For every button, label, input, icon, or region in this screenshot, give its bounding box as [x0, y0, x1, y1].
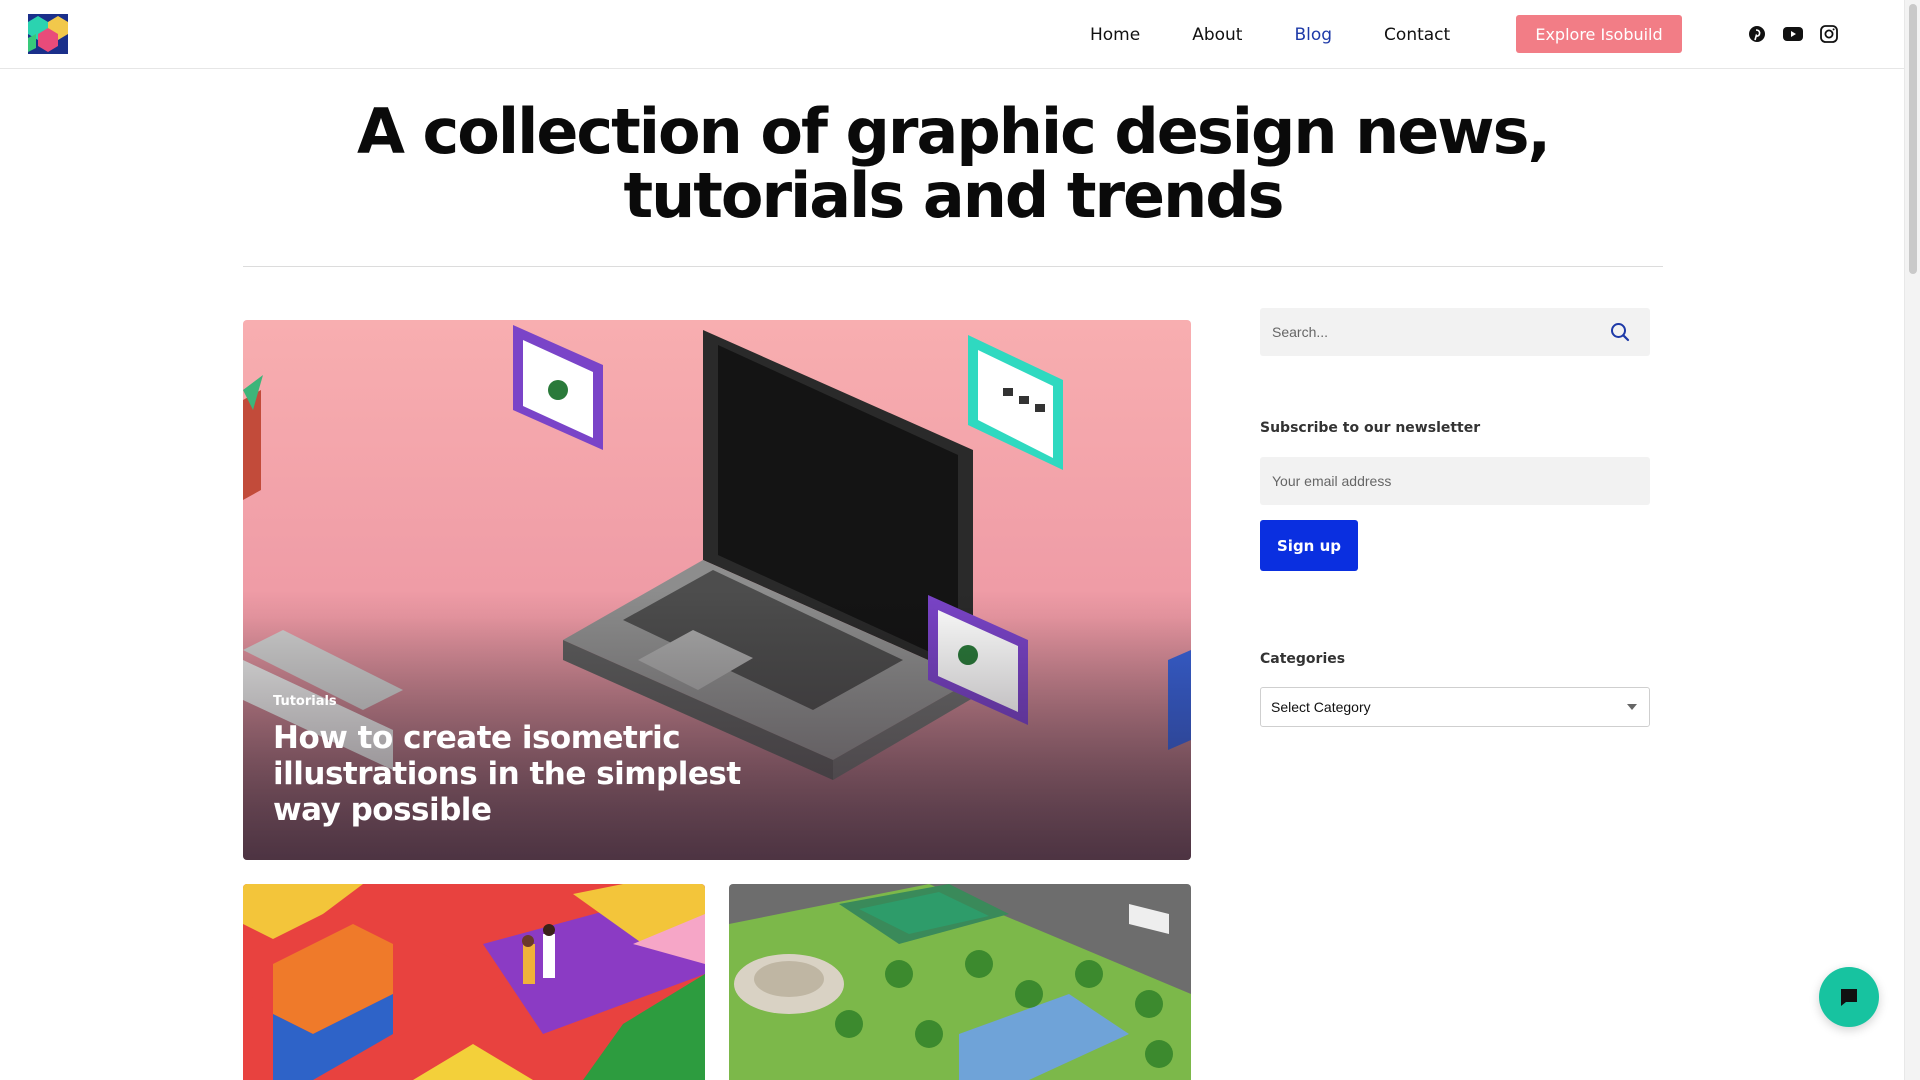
category-select[interactable]: Select Category: [1260, 687, 1650, 727]
youtube-icon[interactable]: [1782, 23, 1804, 45]
page-scrollbar[interactable]: [1904, 0, 1920, 1080]
scrollbar-thumb[interactable]: [1909, 4, 1917, 274]
chat-button[interactable]: [1819, 967, 1879, 1027]
nav-home[interactable]: Home: [1090, 25, 1140, 45]
chat-bubble-icon: [1841, 989, 1857, 1006]
email-field[interactable]: [1260, 457, 1650, 505]
nav-contact[interactable]: Contact: [1384, 25, 1450, 45]
main-nav: Home About Blog Contact: [1090, 0, 1502, 69]
instagram-icon[interactable]: [1818, 23, 1840, 45]
post-category[interactable]: Tutorials: [273, 694, 337, 709]
nav-blog[interactable]: Blog: [1294, 25, 1332, 45]
pinterest-icon[interactable]: [1746, 23, 1768, 45]
post-card-image: [243, 884, 705, 1080]
post-card-image: [729, 884, 1191, 1080]
search-box: [1260, 308, 1650, 356]
chevron-down-icon: [1627, 704, 1637, 710]
newsletter-heading: Subscribe to our newsletter: [1260, 420, 1481, 436]
categories-heading: Categories: [1260, 651, 1346, 667]
page-title: A collection of graphic design news, tut…: [356, 95, 1551, 232]
nav-about[interactable]: About: [1192, 25, 1242, 45]
featured-post-card[interactable]: Tutorials How to create isometric illust…: [243, 320, 1191, 860]
explore-isobuild-button[interactable]: Explore Isobuild: [1516, 15, 1682, 53]
title-divider: [243, 266, 1663, 267]
site-header: Home About Blog Contact Explore Isobuild: [0, 0, 1904, 69]
category-select-value: Select Category: [1271, 699, 1371, 715]
email-box: [1260, 457, 1650, 505]
search-icon[interactable]: [1610, 322, 1630, 342]
post-card[interactable]: [729, 884, 1191, 1080]
post-card[interactable]: [243, 884, 705, 1080]
signup-button[interactable]: Sign up: [1260, 520, 1358, 571]
search-input[interactable]: [1260, 308, 1580, 356]
post-title[interactable]: How to create isometric illustrations in…: [273, 720, 813, 828]
site-logo[interactable]: [28, 14, 68, 54]
